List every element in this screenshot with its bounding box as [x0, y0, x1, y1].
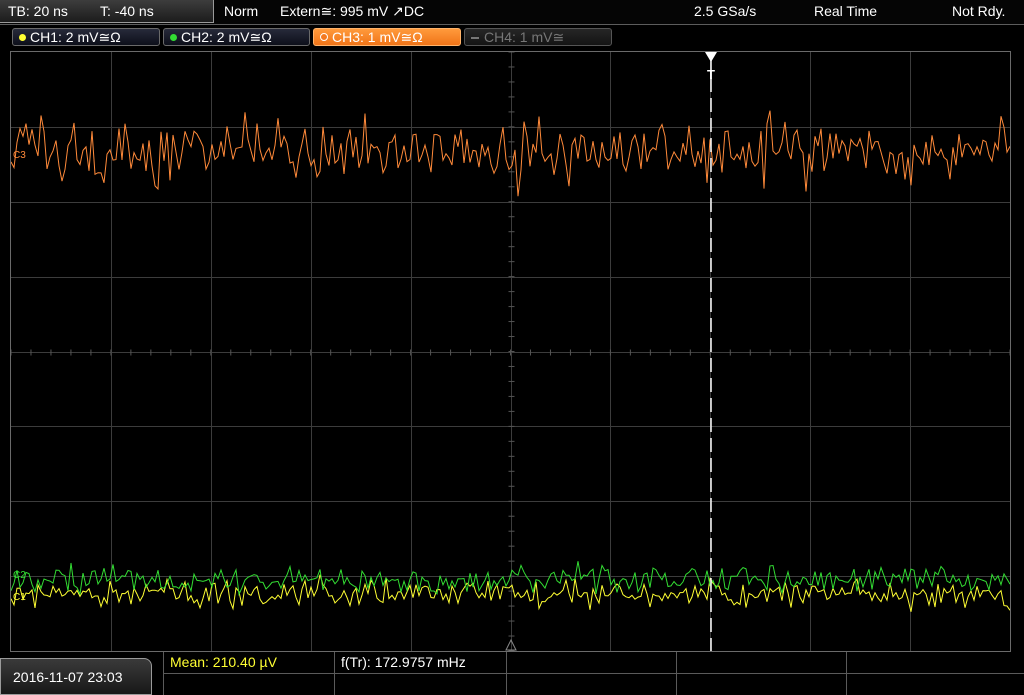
sample-rate-readout[interactable]: 2.5 GSa/s — [694, 3, 756, 19]
channel-2-label: CH2: 2 mV≅Ω — [181, 29, 272, 45]
channel-1-button[interactable]: CH1: 2 mV≅Ω — [12, 28, 160, 46]
status-bar: TB: 20 ns T: -40 ns Norm Extern≅: 995 mV… — [0, 0, 1024, 25]
channel-3-offset-marker[interactable]: C3 — [13, 150, 26, 161]
timebase-panel[interactable]: TB: 20 ns T: -40 ns — [0, 0, 214, 23]
trigger-mode-readout[interactable]: Norm — [224, 3, 258, 19]
channel-2-offset-marker[interactable]: C2 — [13, 570, 26, 581]
channel-bar: CH1: 2 mV≅Ω CH2: 2 mV≅Ω CH3: 1 mV≅Ω CH4:… — [0, 25, 1024, 49]
channel-4-label: CH4: 1 mV≅ — [484, 29, 565, 45]
trigger-marker[interactable]: T — [505, 52, 717, 651]
trigger-arrow-icon — [705, 52, 717, 62]
waveform-markers: C3 C2 C1 — [13, 150, 26, 603]
trigger-label: T — [707, 67, 715, 82]
measurement-frequency: f(Tr): 172.9757 mHz — [341, 654, 466, 670]
channel-4-indicator-icon — [471, 37, 479, 39]
trigger-time-readout[interactable]: T: -40 ns — [100, 3, 154, 19]
measurement-slot-3[interactable] — [506, 652, 676, 695]
waveform-canvas: C3 C2 C1 T — [11, 52, 1010, 651]
measurement-slot-1[interactable]: Mean: 210.40 µV — [163, 652, 334, 695]
channel-2-waveform — [11, 561, 1010, 597]
waveform-display[interactable]: C3 C2 C1 T — [10, 51, 1011, 652]
measurement-mean: Mean: 210.40 µV — [170, 654, 277, 670]
channel-2-indicator-icon — [170, 34, 177, 41]
divider — [164, 673, 334, 674]
datetime: 2016-11-07 23:03 — [13, 669, 123, 685]
acquisition-status: Not Rdy. — [952, 3, 1006, 19]
channel-2-button[interactable]: CH2: 2 mV≅Ω — [163, 28, 310, 46]
channel-1-offset-marker[interactable]: C1 — [13, 592, 26, 603]
measurement-slot-5[interactable] — [846, 652, 1024, 695]
channel-3-waveform — [11, 110, 1010, 197]
divider — [335, 673, 506, 674]
divider — [677, 673, 846, 674]
divider — [847, 673, 1024, 674]
timebase-readout[interactable]: TB: 20 ns — [8, 3, 68, 19]
channel-3-label: CH3: 1 mV≅Ω — [332, 29, 423, 45]
datetime-box: 2016-11-07 23:03 — [0, 658, 152, 695]
acquisition-mode-readout[interactable]: Real Time — [814, 3, 877, 19]
channel-1-indicator-icon — [19, 34, 26, 41]
channel-3-indicator-icon — [320, 33, 328, 41]
trigger-source-readout[interactable]: Extern≅: 995 mV ↗DC — [280, 3, 424, 20]
channel-1-label: CH1: 2 mV≅Ω — [30, 29, 121, 45]
measurement-slot-2[interactable]: f(Tr): 172.9757 mHz — [334, 652, 506, 695]
channel-4-button[interactable]: CH4: 1 mV≅ — [464, 28, 612, 46]
channel-3-button[interactable]: CH3: 1 mV≅Ω — [313, 28, 461, 46]
measurement-bar: 2016-11-07 23:03 Mean: 210.40 µV f(Tr): … — [0, 652, 1024, 695]
divider — [507, 673, 676, 674]
measurement-slot-4[interactable] — [676, 652, 846, 695]
waveform-traces — [11, 110, 1010, 612]
